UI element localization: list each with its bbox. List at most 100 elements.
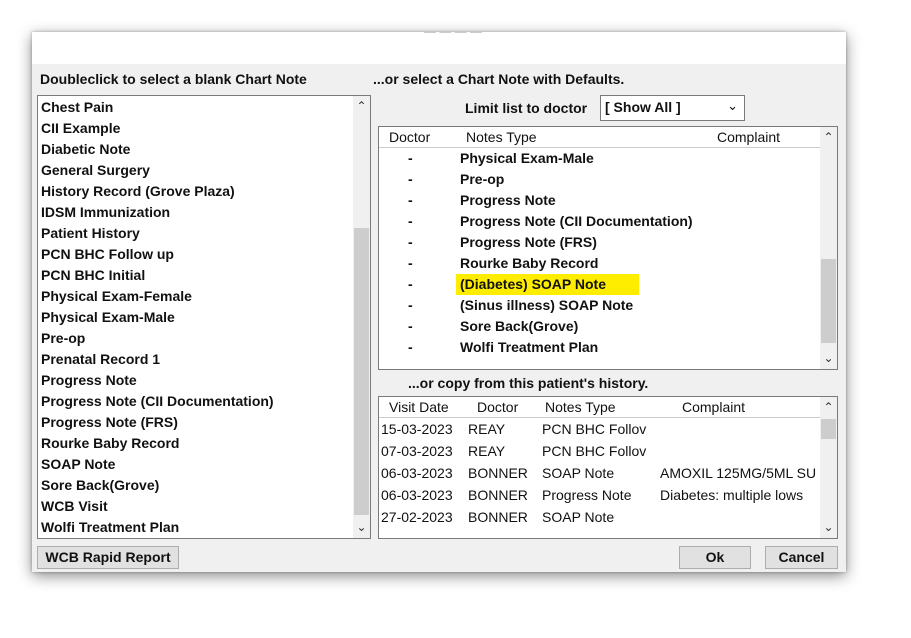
row-doctor: - — [408, 276, 413, 292]
row-doctor: - — [408, 255, 413, 271]
doctor-filter-select[interactable]: [ Show All ] ⌄ — [600, 95, 745, 121]
list-item[interactable]: General Surgery — [41, 160, 150, 181]
list-item[interactable]: Chest Pain — [41, 97, 113, 118]
scroll-thumb[interactable] — [821, 259, 836, 343]
list-item[interactable]: SOAP Note — [41, 454, 115, 475]
chart-note-dialog: — — — — Doubleclick to select a blank Ch… — [32, 32, 846, 572]
row-notes-type: (Diabetes) SOAP Note — [456, 274, 639, 295]
table-row[interactable]: 15-03-2023 REAY PCN BHC Follov — [379, 418, 820, 440]
table-row[interactable]: - Wolfi Treatment Plan — [379, 337, 820, 358]
table-row[interactable]: - Progress Note — [379, 190, 820, 211]
list-item[interactable]: IDSM Immunization — [41, 202, 170, 223]
scroll-up-icon[interactable]: ⌃ — [820, 399, 837, 416]
history-scrollbar[interactable]: ⌃ ⌄ — [820, 397, 837, 538]
row-doctor: BONNER — [468, 465, 528, 481]
scroll-down-icon[interactable]: ⌄ — [820, 519, 837, 536]
table-row[interactable]: - (Sinus illness) SOAP Note — [379, 295, 820, 316]
row-complaint: AMOXIL 125MG/5ML SU — [660, 465, 817, 481]
row-doctor: - — [408, 234, 413, 250]
col-visit-date-header[interactable]: Visit Date — [389, 397, 449, 417]
row-notes-type: Pre-op — [460, 171, 505, 187]
row-notes-type: Rourke Baby Record — [460, 255, 599, 271]
list-item[interactable]: Prenatal Record 1 — [41, 349, 160, 370]
title-bar: — — — — — [32, 32, 846, 64]
right-heading: ...or select a Chart Note with Defaults. — [373, 71, 625, 87]
row-doctor: REAY — [468, 421, 506, 437]
table-row[interactable]: 06-03-2023 BONNER SOAP Note AMOXIL 125MG/5M… — [379, 462, 820, 484]
table-row[interactable]: 27-02-2023 BONNER SOAP Note — [379, 506, 820, 528]
list-item[interactable]: Sore Back(Grove) — [41, 475, 159, 496]
list-item[interactable]: Patient History — [41, 223, 140, 244]
row-visit-date: 06-03-2023 — [381, 487, 453, 503]
chevron-down-icon[interactable]: ⌄ — [727, 98, 738, 114]
row-notes-type: PCN BHC Follov — [542, 421, 647, 437]
list-item[interactable]: PCN BHC Follow up — [41, 244, 174, 265]
scroll-thumb[interactable] — [354, 228, 369, 515]
col-notes-type-header[interactable]: Notes Type — [545, 397, 616, 417]
list-item[interactable]: Progress Note — [41, 370, 137, 391]
row-doctor: BONNER — [468, 487, 528, 503]
table-row[interactable]: - Physical Exam-Male — [379, 148, 820, 169]
cancel-button[interactable]: Cancel — [765, 546, 838, 569]
table-row[interactable]: - Sore Back(Grove) — [379, 316, 820, 337]
scroll-thumb[interactable] — [821, 419, 836, 439]
defaults-scrollbar[interactable]: ⌃ ⌄ — [820, 127, 837, 369]
doctor-filter-value: [ Show All ] — [605, 99, 681, 115]
table-row[interactable]: 07-03-2023 REAY PCN BHC Follov — [379, 440, 820, 462]
table-row[interactable]: - Progress Note (CII Documentation) — [379, 211, 820, 232]
row-doctor: BONNER — [468, 509, 528, 525]
list-item[interactable]: Wolfi Treatment Plan — [41, 517, 179, 538]
col-complaint-header[interactable]: Complaint — [682, 397, 745, 417]
row-notes-type: SOAP Note — [542, 509, 615, 525]
wcb-rapid-report-button[interactable]: WCB Rapid Report — [37, 546, 179, 569]
row-notes-type: Progress Note — [460, 192, 556, 208]
scroll-down-icon[interactable]: ⌄ — [820, 350, 837, 367]
row-complaint — [660, 440, 818, 462]
title-fragment: — — — — — [424, 32, 482, 38]
list-item[interactable]: Progress Note (CII Documentation) — [41, 391, 274, 412]
row-notes-type: Progress Note — [542, 487, 632, 503]
defaults-table[interactable]: Doctor Notes Type Complaint - Physical Ex… — [378, 126, 838, 370]
list-item[interactable]: Rourke Baby Record — [41, 433, 179, 454]
col-notes-type-header[interactable]: Notes Type — [466, 127, 537, 147]
list-item[interactable]: Pre-op — [41, 328, 85, 349]
blank-notes-scrollbar[interactable]: ⌃ ⌄ — [353, 96, 370, 538]
row-notes-type: Wolfi Treatment Plan — [460, 339, 599, 355]
col-complaint-header[interactable]: Complaint — [717, 127, 780, 147]
row-notes-type: SOAP Note — [542, 465, 615, 481]
scroll-up-icon[interactable]: ⌃ — [353, 98, 370, 115]
left-heading: Doubleclick to select a blank Chart Note — [40, 71, 307, 87]
table-row[interactable]: 06-03-2023 BONNER Progress Note Diabetes: m… — [379, 484, 820, 506]
list-item[interactable]: CII Example — [41, 118, 120, 139]
row-visit-date: 07-03-2023 — [381, 443, 453, 459]
col-doctor-header[interactable]: Doctor — [389, 127, 430, 147]
ok-button[interactable]: Ok — [679, 546, 751, 569]
row-doctor: - — [408, 297, 413, 313]
row-doctor: - — [408, 339, 413, 355]
history-table[interactable]: Visit Date Doctor Notes Type Complaint 1… — [378, 396, 838, 539]
row-doctor: REAY — [468, 443, 506, 459]
list-item[interactable]: WCB Visit — [41, 496, 108, 517]
row-visit-date: 15-03-2023 — [381, 421, 453, 437]
list-item[interactable]: Physical Exam-Male — [41, 307, 175, 328]
table-row[interactable]: - (Diabetes) SOAP Note — [379, 274, 820, 295]
list-item[interactable]: History Record (Grove Plaza) — [41, 181, 235, 202]
row-doctor: - — [408, 318, 413, 334]
row-notes-type: Progress Note (CII Documentation) — [460, 213, 693, 229]
table-row[interactable]: - Pre-op — [379, 169, 820, 190]
list-item[interactable]: PCN BHC Initial — [41, 265, 145, 286]
list-item[interactable]: Progress Note (FRS) — [41, 412, 178, 433]
list-item[interactable]: Diabetic Note — [41, 139, 130, 160]
row-notes-type: Progress Note (FRS) — [460, 234, 597, 250]
table-row[interactable]: - Rourke Baby Record — [379, 253, 820, 274]
row-doctor: - — [408, 150, 413, 166]
row-notes-type: Physical Exam-Male — [460, 150, 594, 166]
list-item[interactable]: Physical Exam-Female — [41, 286, 192, 307]
row-doctor: - — [408, 171, 413, 187]
history-heading: ...or copy from this patient's history. — [408, 375, 649, 391]
col-doctor-header[interactable]: Doctor — [477, 397, 518, 417]
table-row[interactable]: - Progress Note (FRS) — [379, 232, 820, 253]
scroll-up-icon[interactable]: ⌃ — [820, 129, 837, 146]
blank-notes-list[interactable]: Chest Pain CII Example Diabetic Note Genera… — [37, 95, 371, 539]
scroll-down-icon[interactable]: ⌄ — [353, 519, 370, 536]
